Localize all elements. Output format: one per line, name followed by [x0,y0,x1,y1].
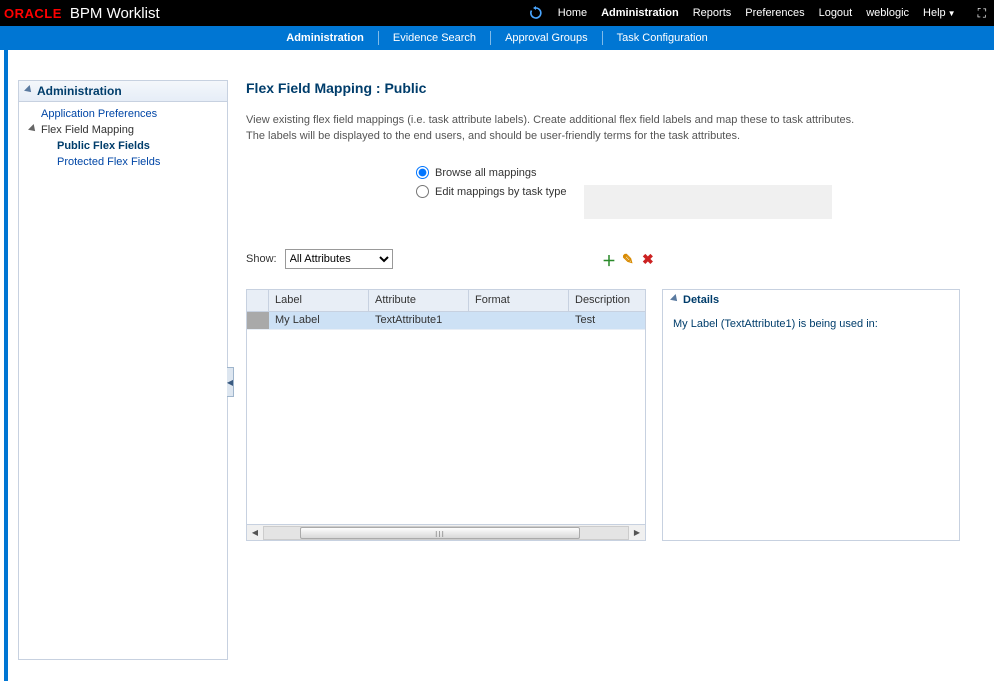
add-icon[interactable]: ＋ [602,251,618,267]
edit-icon[interactable]: ✎ [622,251,638,267]
radio-edit-by-task[interactable] [416,185,429,198]
topbar-links: Home Administration Reports Preferences … [528,5,986,21]
col-label[interactable]: Label [269,290,369,311]
scroll-left-arrow[interactable]: ◀ [247,526,263,540]
scroll-grip-icon: III [435,530,445,539]
expand-icon[interactable] [670,294,680,304]
refresh-icon[interactable] [528,5,544,21]
nav-help[interactable]: Help ▼ [923,7,956,19]
cell-description: Test [569,312,645,329]
sidebar-title: Administration [37,84,122,98]
table-row[interactable]: My Label TextAttribute1 Test [247,312,645,330]
col-format[interactable]: Format [469,290,569,311]
row-handle[interactable] [247,312,269,329]
grid-toolbar: ＋ ✎ ✖ [602,251,658,267]
mapping-grid: Label Attribute Format Description My La… [246,289,646,541]
nav-user: weblogic [866,7,909,19]
nav-administration[interactable]: Administration [601,7,679,19]
main-content: Flex Field Mapping : Public View existin… [238,80,984,671]
nav-preferences[interactable]: Preferences [745,7,804,19]
details-title: Details [683,294,719,306]
nav-help-label: Help [923,7,946,19]
sidebar-item-public-flex[interactable]: Public Flex Fields [19,138,227,154]
cell-format [469,312,569,329]
grid-header: Label Attribute Format Description [247,290,645,312]
sidebar-item-app-prefs[interactable]: Application Preferences [19,106,227,122]
expand-icon[interactable] [24,85,34,95]
sidebar-item-protected-flex[interactable]: Protected Flex Fields [19,154,227,170]
sidebar-item-flex-mapping[interactable]: Flex Field Mapping [19,122,227,138]
fullscreen-icon[interactable]: ⛶ [978,6,986,21]
page-title: Flex Field Mapping : Public [246,80,976,96]
top-bar: ORACLE BPM Worklist Home Administration … [0,0,994,26]
details-text: My Label (TextAttribute1) is being used … [673,318,878,330]
nav-reports[interactable]: Reports [693,7,732,19]
scroll-thumb[interactable]: III [300,527,580,539]
app-title: BPM Worklist [70,5,160,22]
sidebar-header: Administration [19,81,227,102]
scroll-right-arrow[interactable]: ▶ [629,526,645,540]
radio-browse-label: Browse all mappings [435,167,537,179]
sidebar-tree: Application Preferences Flex Field Mappi… [19,102,227,174]
cell-label: My Label [269,312,369,329]
nav-logout[interactable]: Logout [819,7,853,19]
col-handle [247,290,269,311]
tasktype-placeholder [584,185,832,219]
grid-hscroll[interactable]: ◀ III ▶ [247,524,645,540]
cell-attribute: TextAttribute1 [369,312,469,329]
show-label: Show: [246,253,277,265]
details-header: Details [663,290,959,310]
sidebar-collapse-handle[interactable]: ◀ [227,367,234,397]
oracle-logo: ORACLE [4,6,62,21]
page-description: View existing flex field mappings (i.e. … [246,112,976,144]
tab-task-configuration[interactable]: Task Configuration [603,32,722,44]
col-description[interactable]: Description [569,290,645,311]
tab-administration[interactable]: Administration [272,32,378,44]
nav-home[interactable]: Home [558,7,587,19]
radio-browse-all[interactable] [416,166,429,179]
page-desc-line1: View existing flex field mappings (i.e. … [246,112,976,128]
col-attribute[interactable]: Attribute [369,290,469,311]
scroll-track[interactable]: III [263,526,629,540]
expand-icon [28,124,38,134]
radio-edit-label: Edit mappings by task type [435,186,566,198]
delete-icon[interactable]: ✖ [642,251,658,267]
tab-approval-groups[interactable]: Approval Groups [491,32,602,44]
show-select[interactable]: All Attributes [285,249,393,269]
page-desc-line2: The labels will be displayed to the end … [246,128,976,144]
grid-body: My Label TextAttribute1 Test [247,312,645,524]
blue-tab-bar: Administration Evidence Search Approval … [0,26,994,50]
details-body: My Label (TextAttribute1) is being used … [663,310,959,338]
sidebar: Administration Application Preferences F… [18,80,228,660]
radio-block: Browse all mappings Edit mappings by tas… [416,166,976,219]
tab-evidence-search[interactable]: Evidence Search [379,32,490,44]
sidebar-item-flex-mapping-label: Flex Field Mapping [41,124,134,136]
details-panel: Details My Label (TextAttribute1) is bei… [662,289,960,541]
caret-down-icon: ▼ [948,9,956,18]
